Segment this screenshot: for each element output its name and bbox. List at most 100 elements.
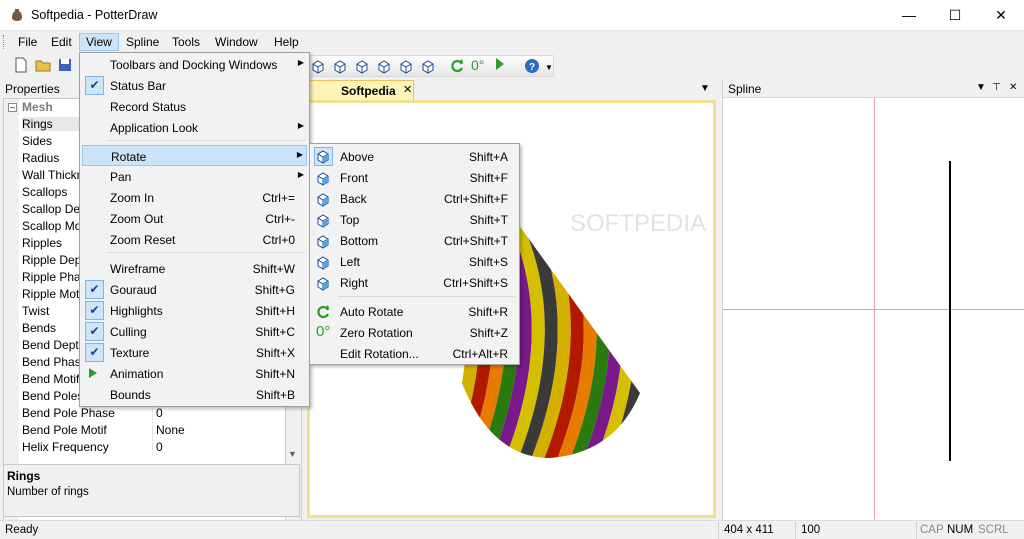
view-menu-item-animation[interactable]: Animation Shift+N <box>82 363 307 384</box>
menu-item-label: Zoom In <box>110 191 155 205</box>
rotate-menu-item-back[interactable]: Back Ctrl+Shift+F <box>312 188 517 209</box>
rotate-menu-item-above[interactable]: Above Shift+A <box>312 146 517 167</box>
menu-edit[interactable]: Edit <box>45 33 78 51</box>
help-icon[interactable]: ? <box>524 58 540 74</box>
collapse-icon[interactable]: – <box>8 103 17 112</box>
status-ready: Ready <box>5 524 39 536</box>
menu-help[interactable]: Help <box>268 33 305 51</box>
menu-item-label: Culling <box>110 325 147 339</box>
rotate-menu-item-bottom[interactable]: Bottom Ctrl+Shift+T <box>312 230 517 251</box>
maximize-button[interactable]: ☐ <box>932 0 978 31</box>
menu-tools[interactable]: Tools <box>166 33 206 51</box>
menu-item-shortcut: Shift+R <box>468 305 508 319</box>
auto-rotate-icon[interactable] <box>449 58 465 74</box>
menu-item-label: Bounds <box>110 388 151 402</box>
spline-curve[interactable] <box>949 161 951 461</box>
view-menu-item-status-bar[interactable]: ✔ Status Bar <box>82 75 307 96</box>
menu-item-label: Auto Rotate <box>340 305 404 319</box>
menu-item-label: Bottom <box>340 234 379 248</box>
cone-stripe <box>637 178 640 458</box>
rotate-menu-item-front[interactable]: Front Shift+F <box>312 167 517 188</box>
property-value[interactable]: None <box>156 423 185 437</box>
rotate-menu-item-top[interactable]: Top Shift+T <box>312 209 517 230</box>
property-row[interactable]: Helix Frequency 0 <box>4 439 285 456</box>
menu-item-shortcut: Shift+B <box>255 388 295 402</box>
status-scrl: SCRL <box>978 524 1009 536</box>
view-menu-item-zoom-reset[interactable]: Zoom Reset Ctrl+0 <box>82 229 307 250</box>
status-divider <box>916 522 917 539</box>
property-row[interactable]: Bend Pole Phase 0 <box>4 405 285 422</box>
menu-window[interactable]: Window <box>209 33 264 51</box>
checkmark-icon: ✔ <box>85 76 104 95</box>
property-row[interactable]: Bend Pole Motif None <box>4 422 285 439</box>
rotate-menu-item-right[interactable]: Right Ctrl+Shift+S <box>312 272 517 293</box>
tab-close-icon[interactable]: ✕ <box>403 83 412 96</box>
rotate-menu-item-left[interactable]: Left Shift+S <box>312 251 517 272</box>
spline-header: Spline ▼ ⊤ ✕ <box>723 79 1024 98</box>
menu-item-label: Zero Rotation <box>340 326 413 340</box>
minimize-button[interactable]: — <box>886 0 932 31</box>
open-folder-icon[interactable] <box>35 57 51 73</box>
rotate-top-icon[interactable] <box>376 58 392 74</box>
rotate-menu-item-auto-rotate[interactable]: Auto Rotate Shift+R <box>312 301 517 322</box>
menu-file[interactable]: File <box>12 33 43 51</box>
view-menu-item-gouraud[interactable]: ✔ Gouraud Shift+G <box>82 279 307 300</box>
view-menu-item-pan[interactable]: Pan ▶ <box>82 166 307 187</box>
tab-list-dropdown-icon[interactable]: ▼ <box>700 83 710 94</box>
cube-right-icon <box>315 275 331 291</box>
close-button[interactable]: ✕ <box>978 0 1024 31</box>
cone-stripe <box>663 143 713 483</box>
view-menu-item-rotate[interactable]: Rotate ▶ <box>82 145 307 166</box>
cube-bottom-icon <box>315 233 331 249</box>
view-menu-item-zoom-out[interactable]: Zoom Out Ctrl+- <box>82 208 307 229</box>
status-zoom: 100 <box>801 524 821 536</box>
menu-spline[interactable]: Spline <box>120 33 165 51</box>
view-menu-item-texture[interactable]: ✔ Texture Shift+X <box>82 342 307 363</box>
menu-item-label: Texture <box>110 346 150 360</box>
view-menu-item-application-look[interactable]: Application Look ▶ <box>82 117 307 138</box>
view-menu-item-bounds[interactable]: Bounds Shift+B <box>82 384 307 405</box>
rotate-menu-item-zero-rotation[interactable]: 0° Zero Rotation Shift+Z <box>312 322 517 343</box>
toolbar-overflow-icon[interactable]: ▼ <box>545 63 553 72</box>
cube-top-icon <box>315 212 331 228</box>
rotate-bottom-icon[interactable] <box>398 58 414 74</box>
rotate-left-icon[interactable] <box>420 58 436 74</box>
property-value[interactable]: 0 <box>156 406 163 420</box>
view-menu-item-toolbars-and-docking-windows[interactable]: Toolbars and Docking Windows ▶ <box>82 54 307 75</box>
view-menu-item-culling[interactable]: ✔ Culling Shift+C <box>82 321 307 342</box>
status-divider <box>718 522 719 539</box>
submenu-arrow-icon: ▶ <box>296 150 303 159</box>
view-menu-item-record-status[interactable]: Record Status <box>82 96 307 117</box>
spline-panel: Spline ▼ ⊤ ✕ <box>722 79 1024 520</box>
panel-menu-icon[interactable]: ▼ <box>976 82 986 93</box>
save-icon[interactable] <box>57 57 73 73</box>
view-menu-item-highlights[interactable]: ✔ Highlights Shift+H <box>82 300 307 321</box>
pin-icon[interactable]: ⊤ <box>992 82 1001 93</box>
new-file-icon[interactable] <box>13 57 29 73</box>
view-menu-item-zoom-in[interactable]: Zoom In Ctrl+= <box>82 187 307 208</box>
panel-close-icon[interactable]: ✕ <box>1009 82 1017 93</box>
menu-item-shortcut: Shift+Z <box>469 326 508 340</box>
menu-item-shortcut: Ctrl+Alt+R <box>452 347 508 361</box>
rotate-above-icon[interactable] <box>310 58 326 74</box>
scroll-down-icon[interactable]: ▼ <box>288 449 297 459</box>
view-menu-item-wireframe[interactable]: Wireframe Shift+W <box>82 258 307 279</box>
status-divider <box>795 522 796 539</box>
property-value[interactable]: 0 <box>156 440 163 454</box>
play-animation-icon[interactable] <box>496 58 504 70</box>
properties-title: Properties <box>5 82 60 96</box>
cube-front-icon <box>315 170 331 186</box>
rotate-front-icon[interactable] <box>332 58 348 74</box>
cone-stripe <box>676 143 713 483</box>
menu-item-label: Zoom Reset <box>110 233 176 247</box>
auto-rotate-icon <box>315 304 331 320</box>
rotate-back-icon[interactable] <box>354 58 370 74</box>
document-tab[interactable]: Softpedia ✕ <box>306 80 414 100</box>
rotate-menu-item-edit-rotation[interactable]: Edit Rotation... Ctrl+Alt+R <box>312 343 517 364</box>
menu-item-label: Back <box>340 192 367 206</box>
menubar-grip[interactable] <box>3 35 6 49</box>
menu-view[interactable]: View <box>79 33 119 51</box>
menu-separator <box>338 296 515 297</box>
column-divider <box>152 439 153 456</box>
menu-item-shortcut: Ctrl+Shift+S <box>443 276 508 290</box>
